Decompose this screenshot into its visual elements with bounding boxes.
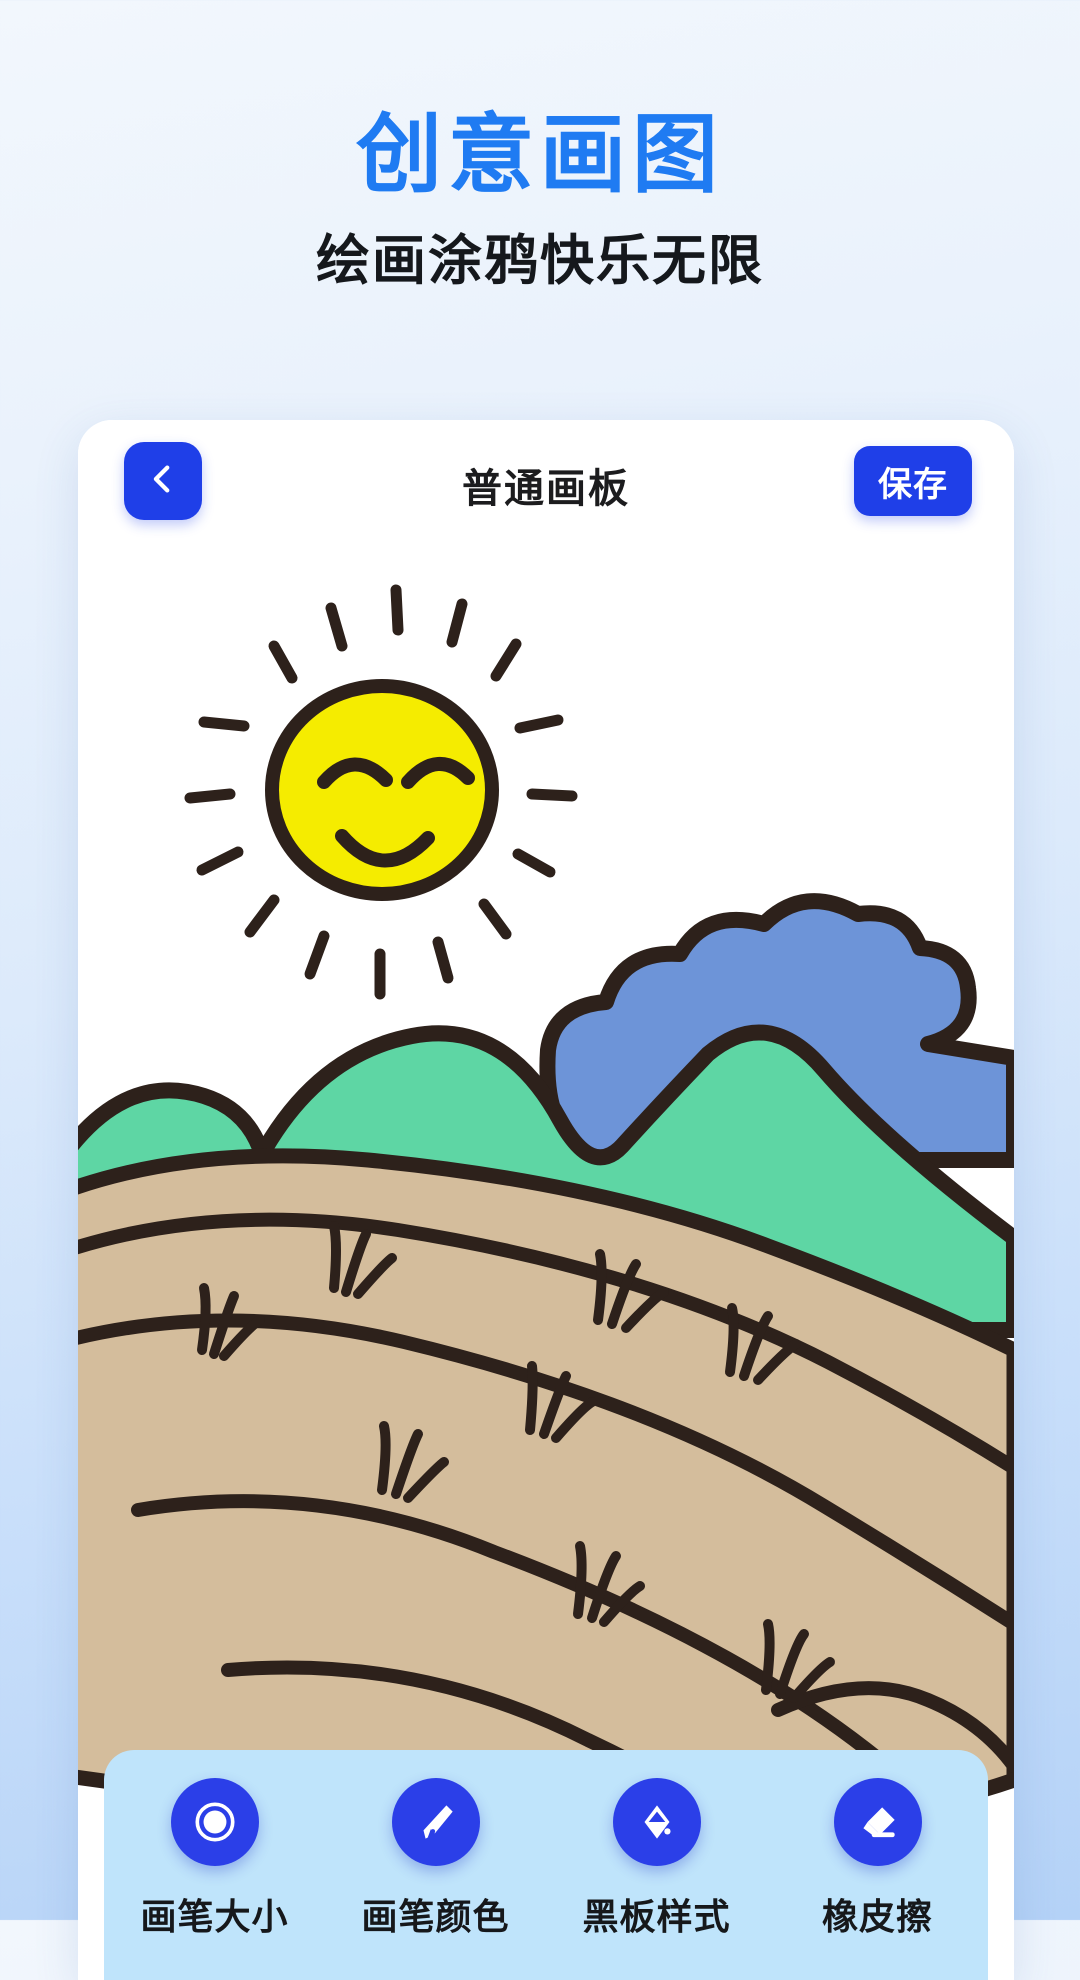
tool-brush-size[interactable]: 画笔大小 — [120, 1778, 310, 1940]
sun-icon — [265, 679, 499, 901]
pen-nib-icon — [391, 1778, 480, 1866]
brush-size-circle-icon — [170, 1778, 259, 1866]
tool-board-style[interactable]: 黑板样式 — [562, 1778, 752, 1940]
drawing-toolbar: 画笔大小 画笔颜色 黑板样式 橡皮擦 — [104, 1750, 988, 1980]
back-button[interactable] — [124, 442, 202, 520]
save-button[interactable]: 保存 — [854, 446, 972, 516]
paint-bucket-icon — [612, 1778, 701, 1866]
app-bar: 普通画板 保存 — [78, 420, 1014, 550]
chevron-left-icon — [146, 462, 180, 501]
tool-label: 橡皮擦 — [821, 1897, 933, 1938]
eraser-icon — [833, 1778, 922, 1866]
tool-eraser[interactable]: 橡皮擦 — [783, 1778, 973, 1940]
page-subtitle: 绘画涂鸦快乐无限 — [316, 229, 764, 292]
drawing-canvas[interactable] — [78, 550, 1014, 1855]
tool-brush-color[interactable]: 画笔颜色 — [341, 1778, 531, 1940]
tool-label: 黑板样式 — [582, 1897, 731, 1938]
tool-label: 画笔颜色 — [361, 1897, 510, 1938]
phone-screenshot-card: 普通画板 保存 画笔大小 画笔颜色 黑板样式 橡皮擦 — [78, 420, 1014, 1980]
page-title: 创意画图 — [356, 105, 724, 205]
tool-label: 画笔大小 — [140, 1897, 289, 1938]
promo-header: 创意画图 绘画涂鸦快乐无限 — [0, 0, 1080, 360]
